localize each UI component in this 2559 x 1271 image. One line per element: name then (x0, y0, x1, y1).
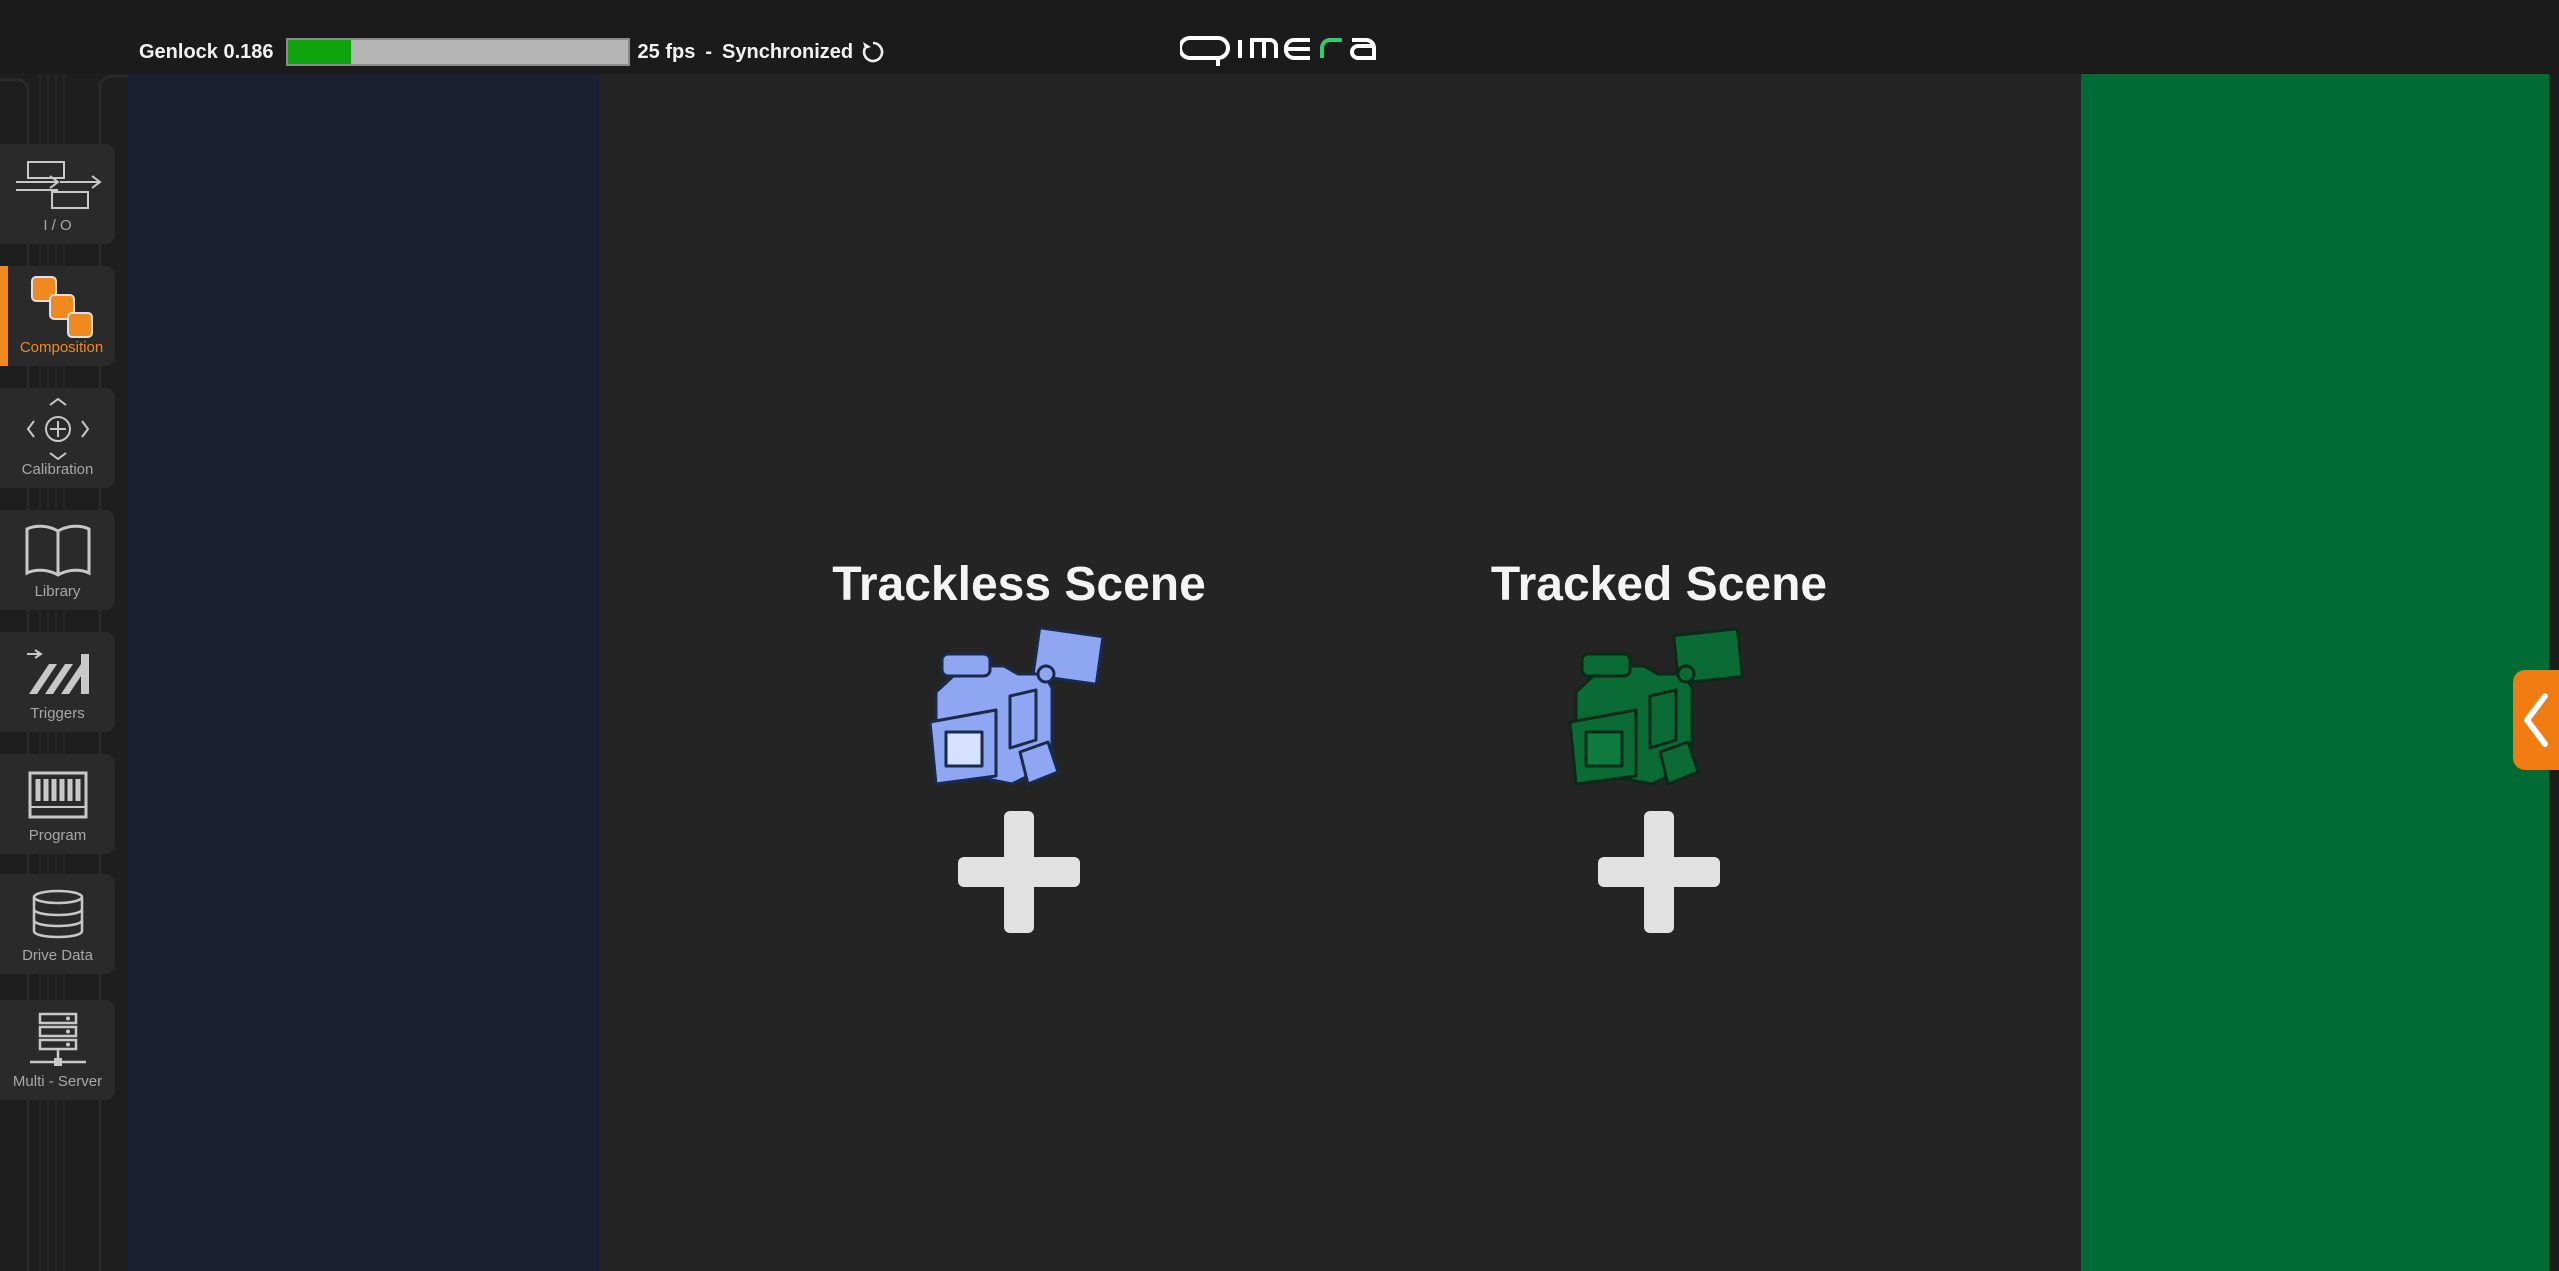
triggers-icon (0, 644, 115, 702)
multi-server-icon (0, 1012, 115, 1070)
sidebar-item-label: Program (28, 827, 87, 844)
calibration-crosshair-icon (0, 397, 115, 461)
genlock-label: Genlock 0.186 (139, 40, 274, 63)
status-separator: - (705, 40, 713, 63)
sidebar-item-label: Multi - Server (12, 1073, 103, 1090)
sidebar-item-library[interactable]: Library (0, 510, 115, 610)
sidebar-item-calibration[interactable]: Calibration (0, 388, 115, 488)
drive-data-database-icon (0, 886, 115, 944)
trackless-layer-panel (128, 74, 599, 1271)
camera-icon (924, 626, 1114, 801)
chevron-left-icon (2524, 693, 2548, 747)
sidebar-item-multi-server[interactable]: Multi - Server (0, 1000, 115, 1100)
genlock-progress-fill (287, 40, 351, 64)
sidebar-item-io[interactable]: I / O (0, 144, 115, 244)
top-bar: Genlock 0.186 25 fps - Synchronized (0, 0, 2559, 74)
sidebar-item-label: Triggers (30, 705, 85, 722)
sidebar-item-program[interactable]: Program (0, 754, 115, 854)
genlock-progress-bar (285, 38, 630, 66)
qimera-logo (1177, 28, 1380, 68)
sidebar-item-composition[interactable]: Composition (0, 266, 115, 366)
sidebar-item-drive-data[interactable]: Drive Data (0, 874, 115, 974)
add-trackless-scene-button[interactable] (954, 807, 1084, 937)
tracked-scene-title: Tracked Scene (1490, 558, 1828, 611)
camera-icon (1564, 626, 1754, 801)
refresh-icon[interactable] (859, 38, 887, 66)
tracked-layer-panel (2081, 74, 2549, 1271)
composition-layers-icon (8, 276, 115, 338)
io-arrows-icon (0, 156, 115, 214)
collapse-panel-tab[interactable] (2513, 670, 2559, 770)
program-piano-icon (0, 766, 115, 824)
sidebar-item-label: I / O (43, 217, 72, 234)
sidebar-item-label: Calibration (21, 461, 94, 478)
trackless-scene-title: Trackless Scene (832, 558, 1206, 611)
library-book-icon (0, 522, 115, 580)
sidebar-item-triggers[interactable]: Triggers (0, 632, 115, 732)
fps-text: 25 fps (637, 40, 696, 63)
add-tracked-scene-button[interactable] (1594, 807, 1724, 937)
left-sidebar: I / O Composition Calibration Library Tr… (0, 74, 128, 1271)
genlock-status: Genlock 0.186 25 fps - Synchronized (139, 34, 887, 70)
sidebar-item-label: Library (34, 583, 81, 600)
sidebar-item-label: Drive Data (22, 947, 93, 964)
sidebar-item-label: Composition (19, 339, 104, 356)
tracked-scene: Tracked Scene (1449, 550, 1869, 937)
trackless-scene: Trackless Scene (809, 550, 1229, 937)
sync-status: Synchronized (722, 40, 854, 63)
